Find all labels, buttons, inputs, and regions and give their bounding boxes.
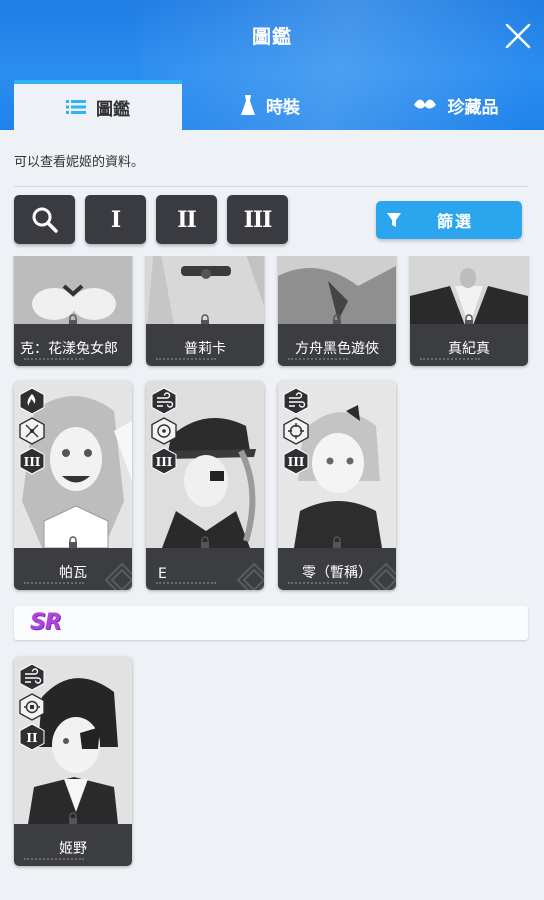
wind-icon [151,387,177,415]
burst-3-icon: III [283,447,309,475]
burst-3-icon: III [19,447,45,475]
divider-dots [288,358,348,360]
diamond-pattern [236,562,264,590]
burst-2-label: II [177,206,197,233]
rarity-label-sr: SR [30,610,62,635]
character-card[interactable]: III 零（暫稱） [278,381,396,590]
character-card[interactable]: 方舟黑色遊俠 [278,256,396,366]
burst-1-label: I [110,206,121,233]
divider [14,186,528,187]
description-text: 可以查看妮姬的資料。 [14,155,145,170]
burst-2-icon: II [19,723,45,751]
lock-icon [69,536,77,548]
wind-icon [19,663,45,691]
target-ring-icon [151,417,177,445]
burst-3-label: III [243,206,273,233]
burst-2-button[interactable]: II [156,195,217,244]
tab-codex[interactable]: 圖鑑 [14,80,182,130]
character-card[interactable]: 真紀真 [410,256,528,366]
close-icon[interactable] [504,22,532,50]
svg-text:III: III [288,455,305,469]
divider-dots [420,358,480,360]
character-card[interactable]: II 姬野 [14,657,132,866]
wind-icon [283,387,309,415]
search-icon [32,207,58,233]
funnel-icon [387,213,401,227]
lock-icon [201,536,209,548]
svg-text:III: III [24,455,41,469]
shotgun-icon [19,417,45,445]
burst-3-icon: III [151,447,177,475]
burst-1-button[interactable]: I [85,195,146,244]
search-button[interactable] [14,195,75,244]
character-card[interactable]: 克：花漾兔女郎 [14,256,132,366]
divider-dots [24,358,84,360]
page-title: 圖鑑 [251,26,292,48]
filter-label: 篩選 [436,212,473,231]
diamond-pattern [368,562,396,590]
crosshair-icon [283,417,309,445]
character-card[interactable]: 普莉卡 [146,256,264,366]
svg-text:II: II [26,731,38,745]
divider-dots [156,358,216,360]
divider-dots [24,858,84,860]
divider-dots [288,582,348,584]
tab-label: 圖鑑 [96,99,130,120]
header: 圖鑑 圖鑑 時裝 珍藏品 [0,0,544,130]
lock-icon [333,536,341,548]
svg-text:III: III [156,455,173,469]
list-icon [66,100,86,114]
burst-3-button[interactable]: III [227,195,288,244]
diamond-pattern [104,562,132,590]
character-grid: 克：花漾兔女郎 普莉卡 方舟黑色遊俠 真紀真 III 帕瓦 III E III … [0,256,544,900]
character-card[interactable]: III E [146,381,264,590]
tab-label: 珍藏品 [447,97,499,118]
rarity-section-header: SR [14,606,528,640]
collectible-icon [413,99,436,109]
lock-icon [69,812,77,824]
fire-icon [19,387,45,415]
tab-label: 時裝 [266,97,300,118]
divider-dots [24,582,84,584]
tab-collection[interactable]: 珍藏品 [380,80,530,130]
tab-costume[interactable]: 時裝 [200,80,340,130]
character-card[interactable]: III 帕瓦 [14,381,132,590]
filter-button[interactable]: 篩選 [376,201,522,239]
dress-icon [241,95,255,115]
divider-dots [156,582,216,584]
launcher-icon [19,693,45,721]
